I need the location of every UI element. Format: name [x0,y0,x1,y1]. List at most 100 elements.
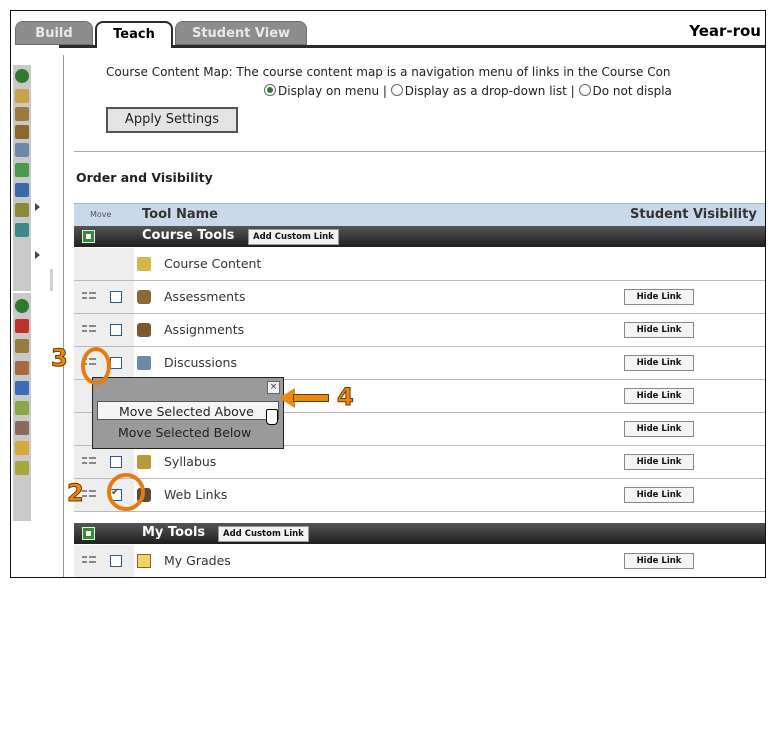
expand-arrow-icon[interactable] [35,203,40,211]
row-checkbox[interactable] [110,357,122,369]
rail-bottom-group [13,293,31,521]
row-checkbox[interactable] [110,555,122,567]
callout-number-2: 2 [67,479,85,508]
radio-do-not-display[interactable]: Do not displa [578,84,672,98]
move-selected-below-option[interactable]: Move Selected Below [97,423,279,442]
apply-settings-button[interactable]: Apply Settings [106,107,238,133]
assignments-icon[interactable] [15,125,29,139]
hide-link-button[interactable]: Hide Link [624,553,694,569]
group-header-course-tools: Course Tools Add Custom Link [74,226,765,247]
table-row: Syllabus Hide Link [74,446,765,479]
radio-display-on-menu[interactable]: Display on menu [264,84,379,98]
expand-arrow-icon[interactable] [35,251,40,259]
pin-icon[interactable] [15,143,29,157]
hide-link-button[interactable]: Hide Link [624,355,694,371]
move-handle-icon[interactable] [82,456,96,468]
content-map-description: Course Content Map: The course content m… [106,65,671,79]
note-icon[interactable] [15,441,29,455]
expand-icon[interactable] [82,230,95,243]
collapse-icon[interactable] [15,69,29,83]
assignments-icon [137,323,151,337]
tool-name[interactable]: Course Content [164,256,261,271]
main-content: Course Content Map: The course content m… [63,55,765,577]
tools-icon[interactable] [15,421,29,435]
tool-name[interactable]: Assignments [164,322,244,337]
search-icon[interactable] [15,381,29,395]
discussions-icon [137,356,151,370]
column-student-visibility: Student Visibility [630,207,757,222]
table-row: Web Links Hide Link [74,479,765,512]
tab-teach[interactable]: Teach [95,21,173,48]
move-handle-icon[interactable] [82,324,96,336]
callout-ring-3 [81,347,111,385]
hide-link-button[interactable]: Hide Link [624,289,694,305]
network-icon[interactable] [15,223,29,237]
syllabus-icon [137,455,151,469]
section-title: Order and Visibility [76,170,213,185]
group-header-my-tools: My Tools Add Custom Link [74,523,765,544]
assessments-icon[interactable] [15,107,29,121]
folder-icon[interactable] [15,183,29,197]
move-popup: × Move Selected Above Move Selected Belo… [92,377,284,449]
hide-link-button[interactable]: Hide Link [624,454,694,470]
tool-name[interactable]: Syllabus [164,454,216,469]
radio-button[interactable] [264,84,276,96]
assessments-icon[interactable] [15,339,29,353]
rail-top-group [13,65,31,291]
home-icon[interactable] [15,89,29,103]
tool-name[interactable]: Assessments [164,289,246,304]
table-row: Assessments Hide Link [74,281,765,314]
tool-name[interactable]: Discussions [164,355,237,370]
hide-link-button[interactable]: Hide Link [624,487,694,503]
pointer-cursor-icon [266,409,278,425]
table-row: Discussions Hide Link [74,347,765,380]
hide-link-button[interactable]: Hide Link [624,421,694,437]
column-move: Move [90,210,112,219]
radio-display-dropdown[interactable]: Display as a drop-down list [390,84,567,98]
table-row: My Grades Hide Link [74,545,765,577]
radio-button[interactable] [390,84,403,96]
tool-name[interactable]: My Grades [164,553,231,568]
page-title: Year-rou [689,22,761,40]
collapse-icon[interactable] [15,299,29,313]
tab-bar: Build Teach Student View Year-rou [11,11,765,48]
group-name: My Tools [142,525,206,540]
expand-icon[interactable] [82,527,95,540]
course-content-icon [137,257,151,271]
add-custom-link-button[interactable]: Add Custom Link [218,526,309,542]
callout-number-3: 3 [51,344,69,373]
column-tool-name: Tool Name [142,207,219,222]
group-name: Course Tools [142,228,235,243]
syllabus-icon[interactable] [15,203,29,217]
add-custom-link-button[interactable]: Add Custom Link [248,229,339,245]
multi-icon[interactable] [15,461,29,475]
move-handle-icon[interactable] [82,291,96,303]
divider [74,151,765,152]
radio-button[interactable] [578,84,591,96]
box-icon[interactable] [15,401,29,415]
callout-ring-2 [107,473,145,511]
tab-build[interactable]: Build [15,21,93,45]
move-handle-icon[interactable] [82,489,96,501]
move-below-icon [101,428,115,438]
row-checkbox[interactable] [110,456,122,468]
tool-name[interactable]: Web Links [164,487,227,502]
assessments-icon [137,290,151,304]
tab-student-view[interactable]: Student View [175,21,307,45]
application-window: Build Teach Student View Year-rou Course… [10,10,766,578]
callout-arrow-shaft [293,394,329,402]
move-above-icon [102,407,116,417]
row-checkbox[interactable] [110,291,122,303]
stack-icon[interactable] [15,319,29,333]
grid-icon[interactable] [15,163,29,177]
gear-icon[interactable] [15,361,29,375]
row-checkbox[interactable] [110,324,122,336]
move-handle-icon[interactable] [82,555,96,567]
rail-grip[interactable] [50,269,53,291]
hide-link-button[interactable]: Hide Link [624,322,694,338]
table-row: Assignments Hide Link [74,314,765,347]
callout-number-4: 4 [337,383,355,412]
tool-rail [11,45,59,577]
hide-link-button[interactable]: Hide Link [624,388,694,404]
move-selected-above-option[interactable]: Move Selected Above [97,401,279,420]
